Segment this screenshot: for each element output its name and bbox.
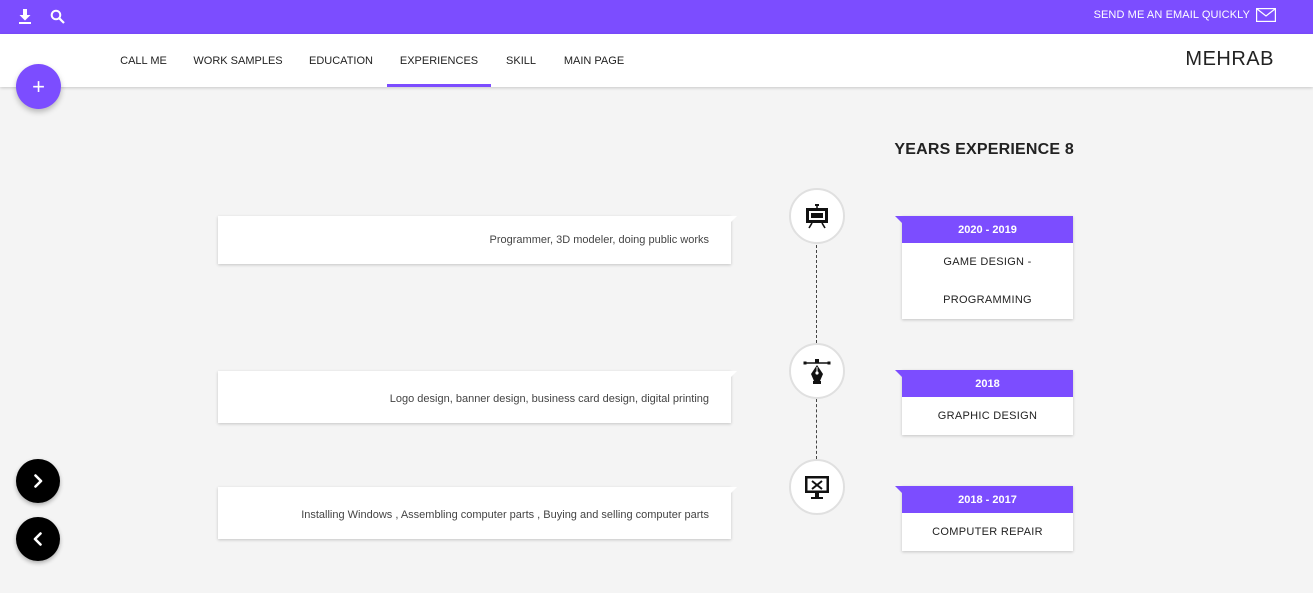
envelope-icon[interactable] [1256,8,1276,22]
experience-role: GAME DESIGN - PROGRAMMING [902,243,1073,319]
tab-label[interactable]: CALL ME [120,55,167,67]
tab-label[interactable]: SKILL [506,55,536,67]
timeline-connector [816,399,817,459]
presentation-board-icon [806,204,828,229]
experience-description: Logo design, banner design, business car… [218,371,737,423]
monitor-tools-icon [805,476,829,499]
download-icon[interactable] [15,6,35,26]
chevron-left-icon [33,532,42,546]
experience-card: 2018 - 2017 COMPUTER REPAIR [895,486,1073,551]
add-button[interactable]: + [16,64,61,109]
next-button[interactable] [16,459,60,503]
experience-years: 2018 [895,370,1073,397]
experience-description: Installing Windows , Assembling computer… [218,487,737,539]
experience-title: YEARS EXPERIENCE 8 [894,141,1074,158]
tab-label[interactable]: WORK SAMPLES [193,55,282,67]
experience-card: 2018 GRAPHIC DESIGN [895,370,1073,435]
tab-main-page[interactable]: MAIN PAGE [551,34,637,87]
experience-role: COMPUTER REPAIR [902,513,1073,551]
tab-experiences[interactable]: EXPERIENCES [387,34,491,87]
tab-label[interactable]: EXPERIENCES [400,55,478,67]
tab-skill[interactable]: SKILL [492,34,550,87]
timeline-connector [816,245,817,343]
tab-work-samples[interactable]: WORK SAMPLES [181,34,295,87]
role-line: COMPUTER REPAIR [932,526,1043,538]
timeline-node [789,343,845,399]
experience-role: GRAPHIC DESIGN [902,397,1073,435]
experience-card: 2020 - 2019 GAME DESIGN - PROGRAMMING [895,216,1073,319]
main-nav: CALL ME WORK SAMPLES EDUCATION EXPERIENC… [0,34,1313,87]
email-link[interactable]: SEND ME AN EMAIL QUICKLY [1094,8,1276,22]
prev-button[interactable] [16,517,60,561]
experience-description: Programmer, 3D modeler, doing public wor… [218,216,737,264]
tab-call-me[interactable]: CALL ME [107,34,180,87]
timeline-node [789,188,845,244]
chevron-right-icon [34,474,43,488]
experience-years: 2018 - 2017 [895,486,1073,513]
role-line: GAME DESIGN - [943,256,1032,268]
email-link-label[interactable]: SEND ME AN EMAIL QUICKLY [1094,9,1250,21]
tab-label[interactable]: EDUCATION [309,55,373,67]
timeline-node [789,459,845,515]
role-line: PROGRAMMING [943,294,1032,306]
pen-tool-icon [803,359,831,384]
brand-name: MEHRAB [1185,48,1274,70]
tab-label[interactable]: MAIN PAGE [564,55,624,67]
experience-years: 2020 - 2019 [895,216,1073,243]
tab-education[interactable]: EDUCATION [296,34,386,87]
top-bar: SEND ME AN EMAIL QUICKLY [0,0,1313,34]
role-line: GRAPHIC DESIGN [937,410,1038,422]
search-icon[interactable] [47,6,67,26]
plus-icon: + [32,73,45,99]
